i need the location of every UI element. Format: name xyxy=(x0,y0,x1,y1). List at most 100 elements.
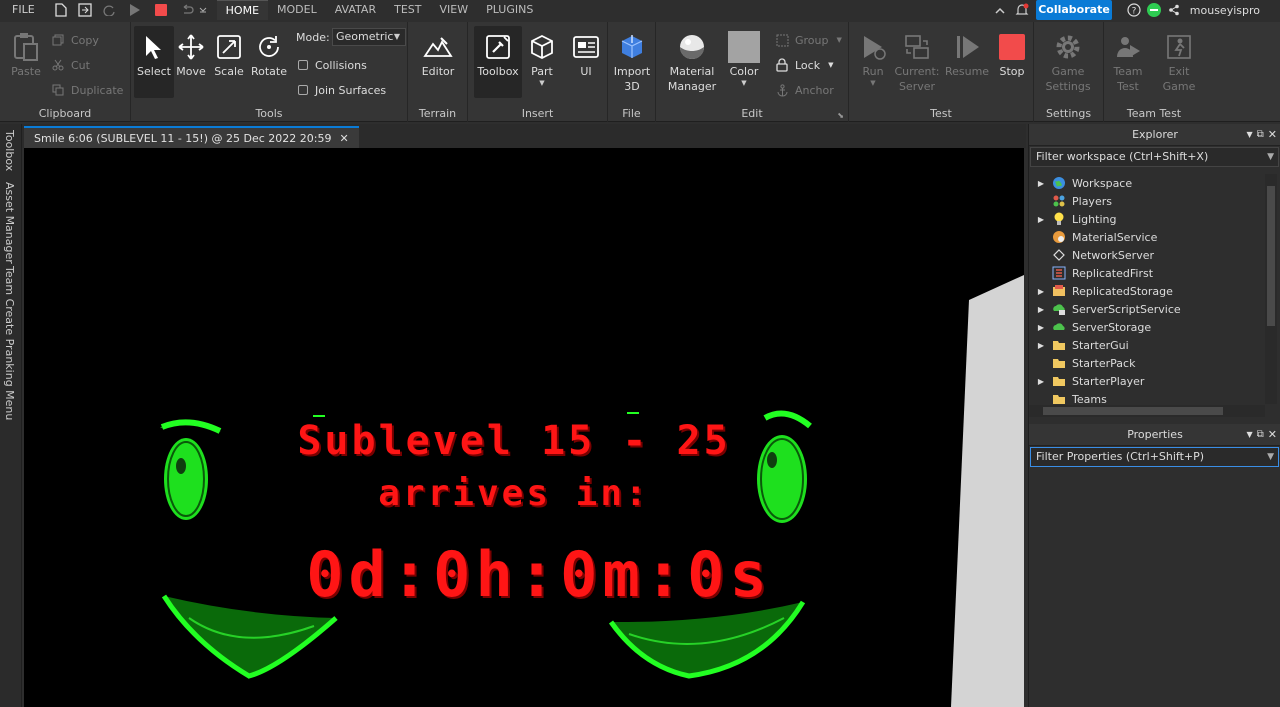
lock-dropdown-icon[interactable]: ▼ xyxy=(828,61,833,69)
explorer-item-starterpack[interactable]: StarterPack xyxy=(1029,354,1265,372)
scale-tool-button[interactable]: Scale xyxy=(209,26,249,98)
game-settings-button[interactable]: Game Settings xyxy=(1045,26,1091,98)
group-dropdown-icon[interactable]: ▼ xyxy=(837,36,842,44)
share-icon[interactable] xyxy=(1164,0,1184,20)
cut-button[interactable]: Cut xyxy=(50,56,90,74)
expand-arrow-icon[interactable]: ▶ xyxy=(1029,323,1051,332)
part-button[interactable]: Part ▼ xyxy=(522,26,562,98)
game-viewport[interactable]: Sublevel 15 - 25 arrives in: 0d:0h:0m:0s xyxy=(24,148,1024,707)
select-tool-button[interactable]: Select xyxy=(134,26,174,98)
new-file-icon[interactable] xyxy=(51,0,71,20)
toolbox-button[interactable]: Toolbox xyxy=(474,26,522,98)
explorer-vertical-scrollbar[interactable] xyxy=(1265,174,1277,404)
explorer-item-replicatedstorage[interactable]: ▶ ReplicatedStorage xyxy=(1029,282,1265,300)
username-label[interactable]: mouseyispro xyxy=(1184,4,1280,17)
explorer-collapse-icon[interactable]: ▼ xyxy=(1246,124,1252,146)
explorer-item-materialservice[interactable]: MaterialService xyxy=(1029,228,1265,246)
duplicate-button[interactable]: Duplicate xyxy=(50,81,123,99)
anchor-button[interactable]: Anchor xyxy=(774,81,834,99)
tab-plugins[interactable]: PLUGINS xyxy=(477,0,542,20)
help-icon[interactable]: ? xyxy=(1124,0,1144,20)
collisions-toggle[interactable]: Collisions xyxy=(298,56,367,74)
play-icon[interactable] xyxy=(125,0,145,20)
explorer-item-startergui[interactable]: ▶ StarterGui xyxy=(1029,336,1265,354)
quick-access-dropdown-icon[interactable] xyxy=(197,0,209,20)
explorer-item-players[interactable]: Players xyxy=(1029,192,1265,210)
chevron-down-icon[interactable]: ▼ xyxy=(1267,148,1274,166)
explorer-horizontal-scrollbar[interactable] xyxy=(1029,405,1265,417)
explorer-item-teams[interactable]: Teams xyxy=(1029,390,1265,404)
expand-arrow-icon[interactable]: ▶ xyxy=(1029,179,1051,188)
rotate-tool-button[interactable]: Rotate xyxy=(249,26,289,98)
resume-button[interactable]: Resume xyxy=(945,26,989,98)
explorer-item-lighting[interactable]: ▶ Lighting xyxy=(1029,210,1265,228)
tab-test[interactable]: TEST xyxy=(385,0,430,20)
explorer-undock-icon[interactable]: ⧉ xyxy=(1257,124,1264,146)
notifications-bell-icon[interactable] xyxy=(1012,0,1032,20)
collapse-ribbon-icon[interactable] xyxy=(990,0,1010,20)
exit-game-button[interactable]: Exit Game xyxy=(1159,26,1199,98)
explorer-item-serverstorage[interactable]: ▶ ServerStorage xyxy=(1029,318,1265,336)
copy-button[interactable]: Copy xyxy=(50,31,99,49)
group-button[interactable]: Group ▼ xyxy=(774,31,842,49)
current-server-button[interactable]: Current: Server xyxy=(894,26,940,98)
explorer-item-replicatedfirst[interactable]: ReplicatedFirst xyxy=(1029,264,1265,282)
expand-arrow-icon[interactable]: ▶ xyxy=(1029,377,1051,386)
join-surfaces-toggle[interactable]: Join Surfaces xyxy=(298,81,386,99)
ui-button[interactable]: UI xyxy=(566,26,606,98)
run-dropdown-icon[interactable]: ▼ xyxy=(870,79,875,87)
lock-button[interactable]: Lock ▼ xyxy=(774,56,833,74)
move-tool-button[interactable]: Move xyxy=(171,26,211,98)
asset-manager-side-tab[interactable]: Asset Manager xyxy=(3,182,16,264)
explorer-horizontal-scroll-thumb[interactable] xyxy=(1043,407,1223,415)
explorer-close-icon[interactable]: ✕ xyxy=(1268,124,1277,146)
server-script-icon xyxy=(1051,301,1067,317)
terrain-editor-button[interactable]: Editor xyxy=(418,26,458,98)
explorer-item-workspace[interactable]: ▶ Workspace xyxy=(1029,174,1265,192)
team-test-button[interactable]: Team Test xyxy=(1108,26,1148,98)
edit-settings-icon[interactable]: ⬊ xyxy=(837,111,844,120)
color-dropdown-icon[interactable]: ▼ xyxy=(741,79,746,87)
tab-avatar[interactable]: AVATAR xyxy=(326,0,385,20)
part-dropdown-icon[interactable]: ▼ xyxy=(539,79,544,87)
color-button[interactable]: Color ▼ xyxy=(724,26,764,98)
join-surfaces-checkbox[interactable] xyxy=(298,85,308,95)
expand-arrow-icon[interactable]: ▶ xyxy=(1029,305,1051,314)
open-file-icon[interactable] xyxy=(75,0,95,20)
import-3d-button[interactable]: Import 3D xyxy=(612,26,652,98)
tab-view[interactable]: VIEW xyxy=(430,0,477,20)
explorer-item-starterplayer[interactable]: ▶ StarterPlayer xyxy=(1029,372,1265,390)
explorer-filter-input[interactable]: Filter workspace (Ctrl+Shift+X) ▼ xyxy=(1030,147,1279,167)
mode-dropdown[interactable]: Geometric ▼ xyxy=(332,28,406,46)
toolbox-side-tab[interactable]: Toolbox xyxy=(3,130,16,171)
properties-collapse-icon[interactable]: ▼ xyxy=(1246,424,1252,446)
explorer-vertical-scroll-thumb[interactable] xyxy=(1267,186,1275,326)
properties-close-icon[interactable]: ✕ xyxy=(1268,424,1277,446)
expand-arrow-icon[interactable]: ▶ xyxy=(1029,341,1051,350)
anchor-icon xyxy=(774,82,790,98)
stop-button[interactable]: Stop xyxy=(992,26,1032,98)
team-create-pranking-menu-side-tab[interactable]: Team Create Pranking Menu xyxy=(3,266,16,420)
material-manager-button[interactable]: Material Manager xyxy=(668,26,716,98)
document-tab[interactable]: Smile 6:06 (SUBLEVEL 11 - 15!) @ 25 Dec … xyxy=(24,126,359,148)
tab-model[interactable]: MODEL xyxy=(268,0,326,20)
properties-undock-icon[interactable]: ⧉ xyxy=(1257,424,1264,446)
collaborate-button[interactable]: Collaborate xyxy=(1036,0,1112,20)
properties-filter-input[interactable]: Filter Properties (Ctrl+Shift+P) ▼ xyxy=(1030,447,1279,467)
online-status-icon[interactable] xyxy=(1144,0,1164,20)
close-tab-icon[interactable]: ✕ xyxy=(339,132,348,145)
tab-home[interactable]: HOME xyxy=(216,0,269,20)
explorer-item-serverscriptservice[interactable]: ▶ ServerScriptService xyxy=(1029,300,1265,318)
expand-arrow-icon[interactable]: ▶ xyxy=(1029,215,1051,224)
redo-icon[interactable] xyxy=(99,0,119,20)
toolbox-icon xyxy=(482,30,514,64)
file-menu[interactable]: FILE xyxy=(4,0,43,20)
chevron-down-icon[interactable]: ▼ xyxy=(1267,448,1274,466)
explorer-item-networkserver[interactable]: NetworkServer xyxy=(1029,246,1265,264)
paste-button[interactable]: Paste xyxy=(6,26,46,98)
undo-icon[interactable] xyxy=(177,0,197,20)
expand-arrow-icon[interactable]: ▶ xyxy=(1029,287,1051,296)
stop-icon[interactable] xyxy=(151,0,171,20)
run-button[interactable]: Run ▼ xyxy=(853,26,893,98)
collisions-checkbox[interactable] xyxy=(298,60,308,70)
